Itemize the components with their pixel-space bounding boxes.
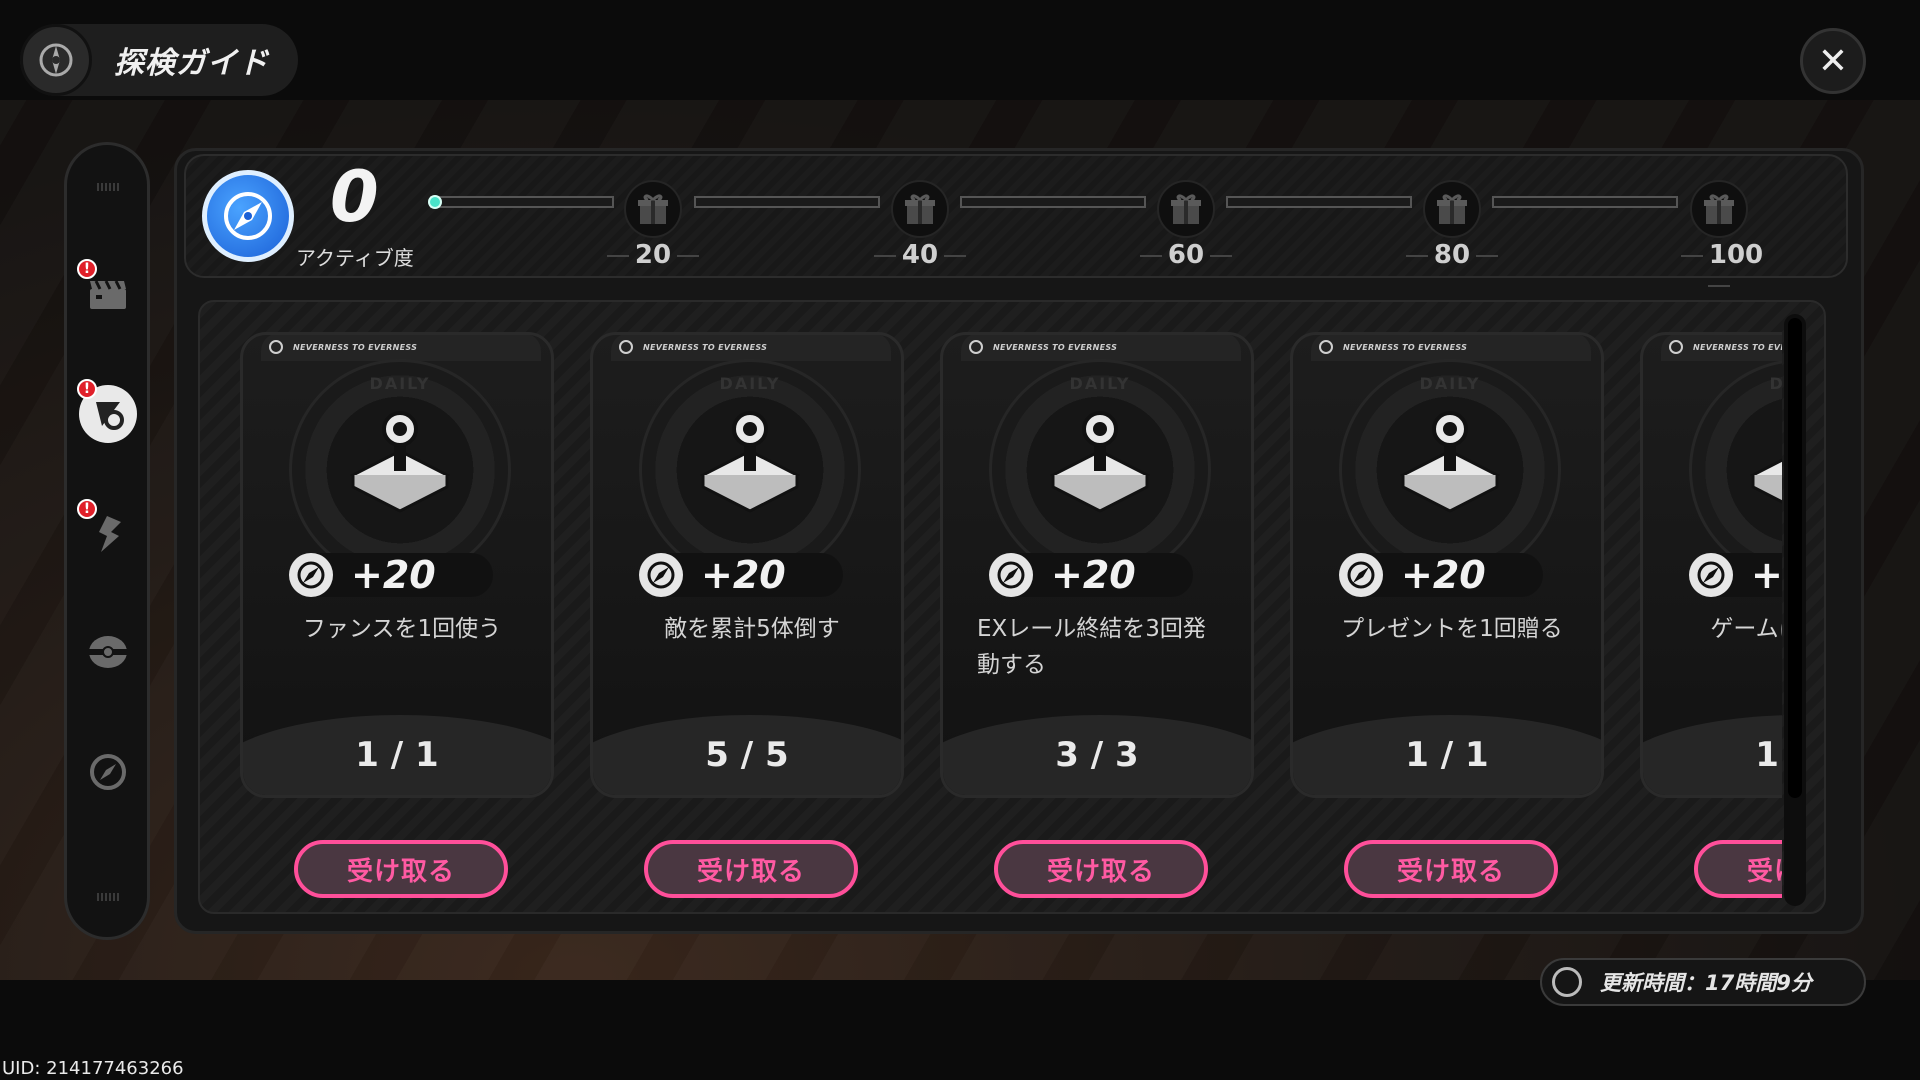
task-description: プレゼントを1回贈る xyxy=(1341,616,1563,642)
joystick-icon xyxy=(349,411,451,513)
progress-segment xyxy=(960,196,1146,208)
task-description: 敵を累計5体倒す xyxy=(664,616,840,642)
joystick-icon xyxy=(1749,458,1782,504)
title-pill: 探検ガイド xyxy=(20,24,298,96)
claim-button[interactable]: 受け取る xyxy=(644,840,858,898)
progress-indicator xyxy=(428,195,442,209)
progress-segment xyxy=(1492,196,1678,208)
brand-logo-icon xyxy=(969,340,983,354)
brand-label: NEVERNESS TO EVERNESS xyxy=(1319,340,1467,354)
activity-strip xyxy=(184,154,1848,278)
gift-icon xyxy=(638,194,668,224)
gift-reward-80[interactable] xyxy=(1423,180,1481,238)
sidebar-item-events[interactable]: ! xyxy=(77,379,137,443)
task-description: EXレール終結を3回発動する xyxy=(977,616,1206,678)
reward-pill: +20 xyxy=(1339,553,1543,597)
scrollbar-thumb[interactable] xyxy=(1788,318,1802,798)
brand-label: NEVERNESS TO EVERNESS xyxy=(619,340,767,354)
compass-logo-icon xyxy=(20,24,92,96)
milestone-label: 60 xyxy=(1126,240,1246,270)
notification-badge: ! xyxy=(77,379,97,399)
compass-icon xyxy=(90,754,126,790)
reward-pill: +20 xyxy=(1689,553,1782,597)
brand-label: NEVERNESS TO EVERNESS xyxy=(1669,340,1782,354)
task-progress: 1 / 1 xyxy=(355,735,439,775)
clock-icon xyxy=(1552,967,1582,997)
activity-point-icon xyxy=(289,553,333,597)
brand-label: NEVERNESS TO EVERNESS xyxy=(969,340,1117,354)
brand-label: NEVERNESS TO EVERNESS xyxy=(269,340,417,354)
claim-button[interactable]: 受け取る xyxy=(994,840,1208,898)
task-card: NEVERNESS TO EVERNESS DAILY +20 敵を累計5体倒す… xyxy=(590,332,904,798)
sidebar-item-lightning[interactable]: ! xyxy=(77,499,137,563)
notification-badge: ! xyxy=(77,259,97,279)
page-title: 探検ガイド xyxy=(114,46,269,81)
joystick-icon xyxy=(1049,411,1151,513)
activity-point-icon xyxy=(639,553,683,597)
task-card: NEVERNESS TO EVERNESS DAILY +20 ファンスを1回使… xyxy=(240,332,554,798)
refresh-time-text: 更新時間：17時間9分 xyxy=(1600,971,1812,995)
reward-pill: +20 xyxy=(639,553,843,597)
gift-reward-20[interactable] xyxy=(624,180,682,238)
joystick-icon xyxy=(1399,411,1501,513)
task-progress: 1 / 1 xyxy=(1405,735,1489,775)
activity-label: アクティブ度 xyxy=(296,246,414,270)
task-description: ファンスを1回使う xyxy=(302,616,502,642)
brand-logo-icon xyxy=(1669,340,1683,354)
progress-segment xyxy=(694,196,880,208)
close-button[interactable]: ✕ xyxy=(1800,28,1866,94)
reward-pill: +20 xyxy=(289,553,493,597)
task-card: NEVERNESS TO EVERNESS DAILY +20 ゲームにログイン… xyxy=(1640,332,1782,798)
sidebar-grip-bottom xyxy=(97,893,119,901)
task-card: NEVERNESS TO EVERNESS DAILY +20 EXレール終結を… xyxy=(940,332,1254,798)
refresh-timer: 更新時間：17時間9分 xyxy=(1540,958,1866,1006)
user-id: UID: 214177463266 xyxy=(2,1058,184,1079)
sidebar: ! ! ! xyxy=(64,142,150,940)
task-progress: 3 / 3 xyxy=(1055,735,1139,775)
activity-value: 0 xyxy=(330,156,379,238)
gift-reward-100[interactable] xyxy=(1690,180,1748,238)
progress-segment xyxy=(1226,196,1412,208)
joystick-icon xyxy=(699,411,801,513)
milestone-label: 20 xyxy=(593,240,713,270)
gift-icon xyxy=(905,194,935,224)
brand-logo-icon xyxy=(1319,340,1333,354)
brand-logo-icon xyxy=(619,340,633,354)
sidebar-grip-top xyxy=(97,183,119,191)
task-card: NEVERNESS TO EVERNESS DAILY +20 プレゼントを1回… xyxy=(1290,332,1604,798)
close-icon: ✕ xyxy=(1817,40,1849,82)
sidebar-item-compass[interactable] xyxy=(79,743,137,801)
reward-pill: +20 xyxy=(989,553,1193,597)
task-cards-viewport: NEVERNESS TO EVERNESS DAILY +20 ファンスを1回使… xyxy=(198,300,1782,914)
claim-button[interactable]: 受け取る xyxy=(1344,840,1558,898)
brand-logo-icon xyxy=(269,340,283,354)
gift-reward-60[interactable] xyxy=(1157,180,1215,238)
milestone-label: 40 xyxy=(860,240,980,270)
gift-reward-40[interactable] xyxy=(891,180,949,238)
activity-point-icon xyxy=(989,553,1033,597)
sidebar-item-helmet[interactable] xyxy=(79,623,137,681)
claim-button[interactable]: 受け取る xyxy=(1694,840,1782,898)
task-progress: 1 / 1 xyxy=(1755,735,1782,775)
task-progress: 5 / 5 xyxy=(705,735,789,775)
lightning-icon xyxy=(99,516,121,552)
gift-icon xyxy=(1704,194,1734,224)
gift-icon xyxy=(1437,194,1467,224)
activity-point-icon xyxy=(1689,553,1733,597)
film-clapper-icon xyxy=(90,280,126,309)
gift-icon xyxy=(1171,194,1201,224)
milestone-label: 100 xyxy=(1659,240,1779,300)
sidebar-item-film[interactable]: ! xyxy=(77,259,137,323)
claim-button[interactable]: 受け取る xyxy=(294,840,508,898)
activity-point-icon xyxy=(1339,553,1383,597)
notification-badge: ! xyxy=(77,499,97,519)
activity-icon xyxy=(202,170,294,262)
helmet-icon xyxy=(89,636,127,668)
task-description: ゲームにログイン xyxy=(1710,616,1782,642)
milestone-label: 80 xyxy=(1392,240,1512,270)
progress-segment xyxy=(430,196,614,208)
event-emblem-icon xyxy=(96,402,124,430)
